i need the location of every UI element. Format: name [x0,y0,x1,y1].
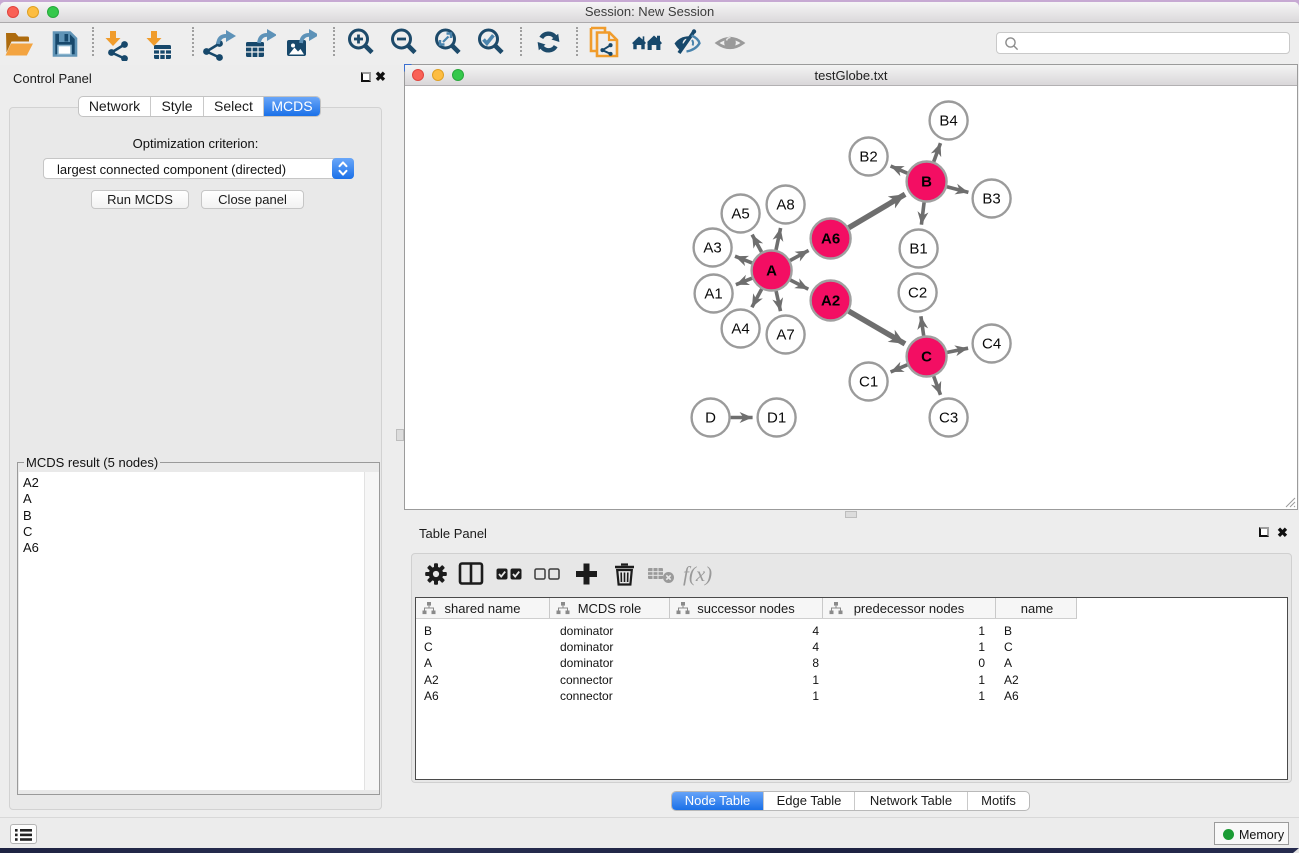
svg-text:f(x): f(x) [683,562,712,586]
svg-text:A5: A5 [731,206,749,223]
svg-text:A1: A1 [704,286,722,303]
svg-text:A3: A3 [703,240,721,257]
svg-text:A6: A6 [821,231,840,248]
svg-text:A: A [766,263,777,280]
svg-text:C3: C3 [939,410,958,427]
svg-text:C: C [921,349,932,366]
svg-text:A4: A4 [731,321,749,338]
svg-text:B: B [921,174,932,191]
svg-text:A8: A8 [776,197,794,214]
svg-text:C2: C2 [908,285,927,302]
svg-text:D1: D1 [767,410,786,427]
svg-text:B3: B3 [982,191,1000,208]
svg-text:A7: A7 [776,327,794,344]
svg-text:B1: B1 [909,241,927,258]
svg-text:C1: C1 [859,374,878,391]
svg-text:B4: B4 [939,113,957,130]
svg-text:D: D [705,410,716,427]
svg-text:B2: B2 [859,149,877,166]
svg-text:A2: A2 [821,293,840,310]
svg-text:C4: C4 [982,336,1001,353]
